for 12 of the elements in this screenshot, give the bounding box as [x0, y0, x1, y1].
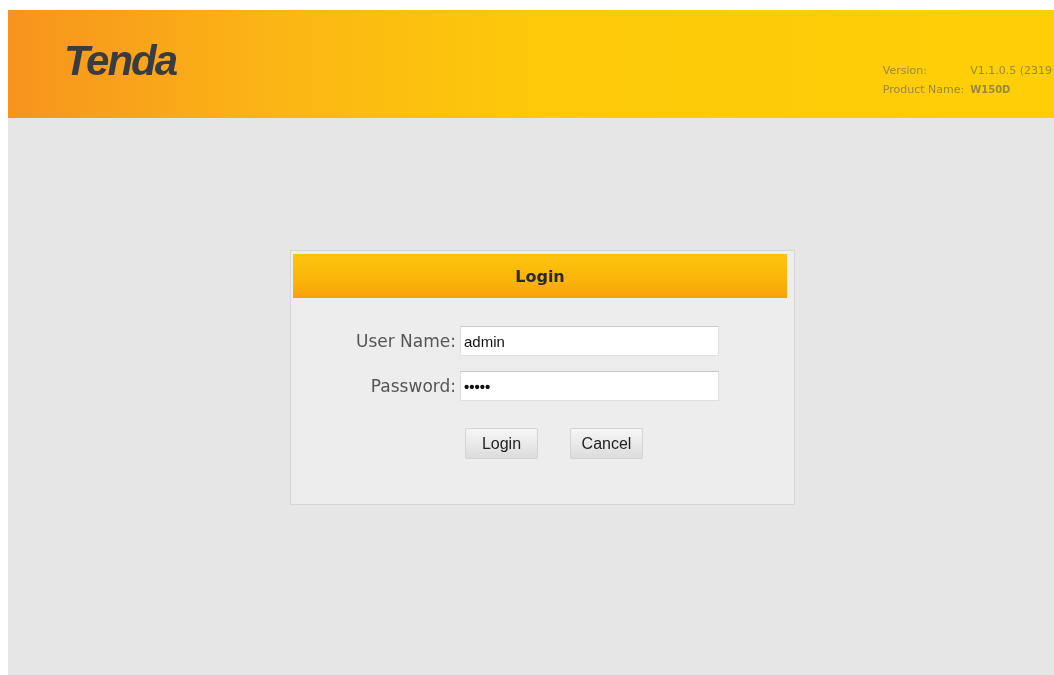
product-label: Product Name: — [882, 83, 965, 96]
field-label: Password: — [369, 376, 457, 396]
tenda-logo: Tenda — [64, 40, 177, 82]
version-value: V1.1.0.5 (2319 — [970, 64, 1052, 77]
cancel-button[interactable]: Cancel — [570, 428, 643, 459]
login-button[interactable]: Login — [465, 428, 538, 459]
username-field[interactable]: admin — [460, 326, 719, 356]
field-label: User Name: — [354, 331, 457, 351]
version-label: Version: — [882, 64, 928, 77]
panel-title: Login — [515, 266, 565, 286]
product-value: W150D — [970, 84, 1012, 95]
password-field[interactable]: ••••• — [460, 371, 719, 401]
